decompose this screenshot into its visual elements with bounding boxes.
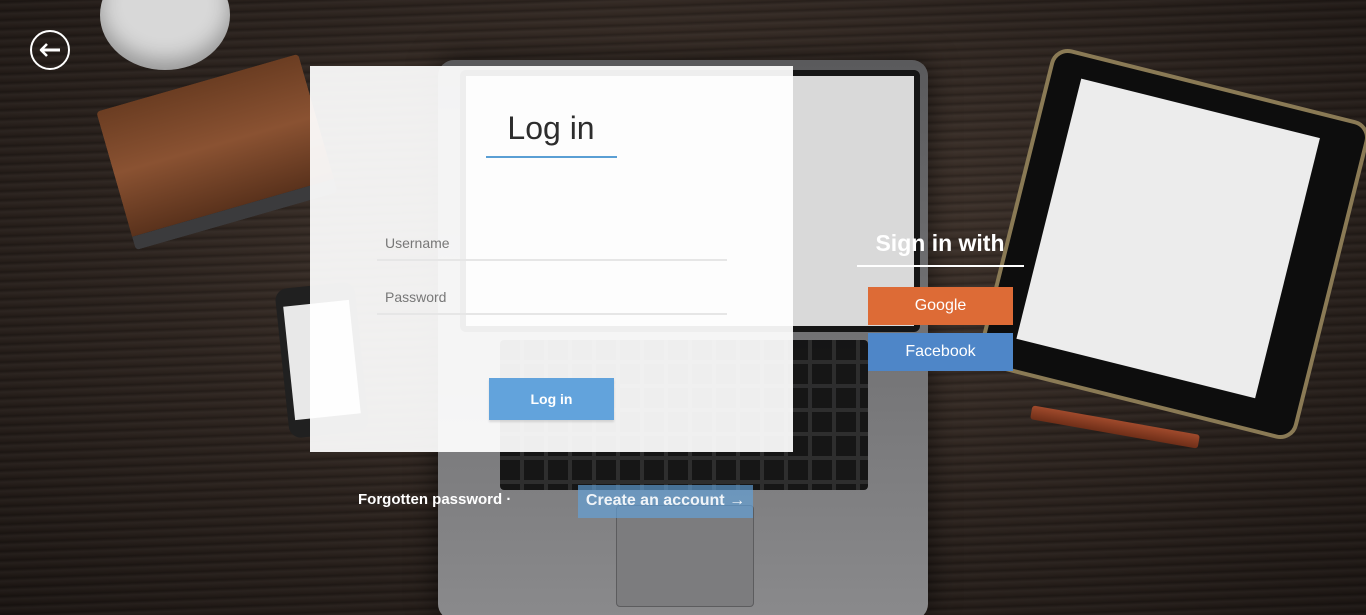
- facebook-signin-button[interactable]: Facebook: [868, 333, 1013, 371]
- title-underline: [486, 156, 617, 158]
- login-title: Log in: [507, 110, 595, 146]
- password-input[interactable]: [377, 281, 727, 315]
- username-input[interactable]: [377, 227, 727, 261]
- laptop-trackpad: [616, 505, 754, 607]
- social-title-underline: [857, 265, 1024, 267]
- forgot-password-link[interactable]: Forgotten password ·: [358, 491, 511, 508]
- arrow-left-icon: [39, 43, 61, 57]
- back-button[interactable]: [30, 30, 70, 70]
- google-signin-button[interactable]: Google: [868, 287, 1013, 325]
- login-button[interactable]: Log in: [489, 378, 614, 420]
- login-card: Log in Log in: [310, 66, 793, 452]
- social-signin-title: Sign in with: [875, 230, 1005, 256]
- create-account-link[interactable]: Create an account →: [578, 485, 753, 518]
